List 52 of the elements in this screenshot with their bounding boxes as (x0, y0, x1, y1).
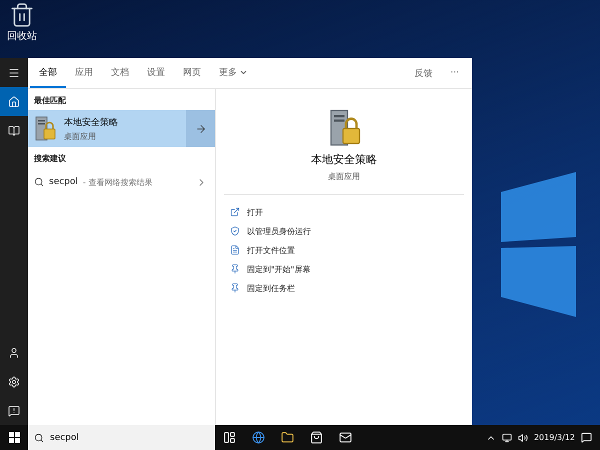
shopping-bag-icon[interactable] (310, 431, 323, 444)
server-lock-icon (328, 109, 360, 148)
filter-tab[interactable]: 网页 (174, 58, 210, 88)
open-icon (230, 207, 240, 217)
suggestion-query: secpol (49, 177, 78, 187)
volume-icon[interactable] (518, 432, 528, 442)
section-heading: 搜索建议 (32, 153, 67, 165)
document-icon (230, 245, 240, 255)
best-match-item[interactable]: 本地安全策略 桌面应用 (28, 110, 215, 147)
menu-icon[interactable] (8, 66, 20, 78)
browser-icon[interactable] (252, 431, 265, 444)
notification-icon[interactable] (581, 432, 592, 443)
action-item[interactable]: 固定到"开始"屏幕 (224, 260, 464, 278)
app-type: 桌面应用 (64, 130, 97, 142)
windows-icon (8, 432, 20, 443)
network-icon[interactable] (502, 432, 512, 442)
action-item[interactable]: 打开 (224, 203, 464, 221)
user-icon[interactable] (8, 346, 20, 358)
recycle-bin-icon[interactable] (9, 2, 35, 28)
arrow-right-icon (194, 122, 206, 134)
taskbar-search-field[interactable]: secpol (28, 425, 215, 450)
search-icon (34, 432, 44, 442)
task-view-icon[interactable] (223, 431, 236, 444)
action-item[interactable]: 以管理员身份运行 (224, 222, 464, 240)
filter-tab[interactable]: 应用 (66, 58, 102, 88)
section-heading: 最佳匹配 (33, 95, 67, 107)
shield-icon (230, 226, 240, 236)
pin-icon (230, 283, 240, 293)
server-lock-icon (34, 116, 56, 142)
folder-icon[interactable] (281, 431, 294, 444)
app-type: 桌面应用 (328, 171, 360, 182)
filter-tab[interactable]: 文档 (102, 58, 138, 88)
web-suggestion[interactable]: secpol - 查看网络搜索结果 (28, 168, 215, 196)
notebook-icon[interactable] (8, 124, 20, 136)
desktop-icon-label[interactable]: 回收站 (7, 29, 37, 43)
feedback-link[interactable]: 反馈 (405, 58, 442, 88)
app-name: 本地安全策略 (311, 152, 377, 167)
filter-tab[interactable]: 更多 (210, 58, 257, 88)
action-item[interactable]: 打开文件位置 (224, 241, 464, 259)
tray-date[interactable]: 2019/3/12 (534, 433, 575, 442)
suggestion-hint: - 查看网络搜索结果 (82, 176, 152, 188)
feedback-icon[interactable] (8, 404, 20, 416)
filter-tab[interactable]: 全部 (30, 58, 66, 88)
search-icon (34, 177, 44, 187)
action-item[interactable]: 固定到任务栏 (224, 279, 464, 297)
filter-tab[interactable]: 设置 (138, 58, 174, 88)
home-icon[interactable] (8, 96, 20, 108)
pin-icon (230, 264, 240, 274)
app-name: 本地安全策略 (64, 116, 118, 128)
settings-icon[interactable] (8, 376, 20, 388)
more-button[interactable]: ··· (441, 58, 468, 88)
mail-icon[interactable] (339, 431, 352, 444)
